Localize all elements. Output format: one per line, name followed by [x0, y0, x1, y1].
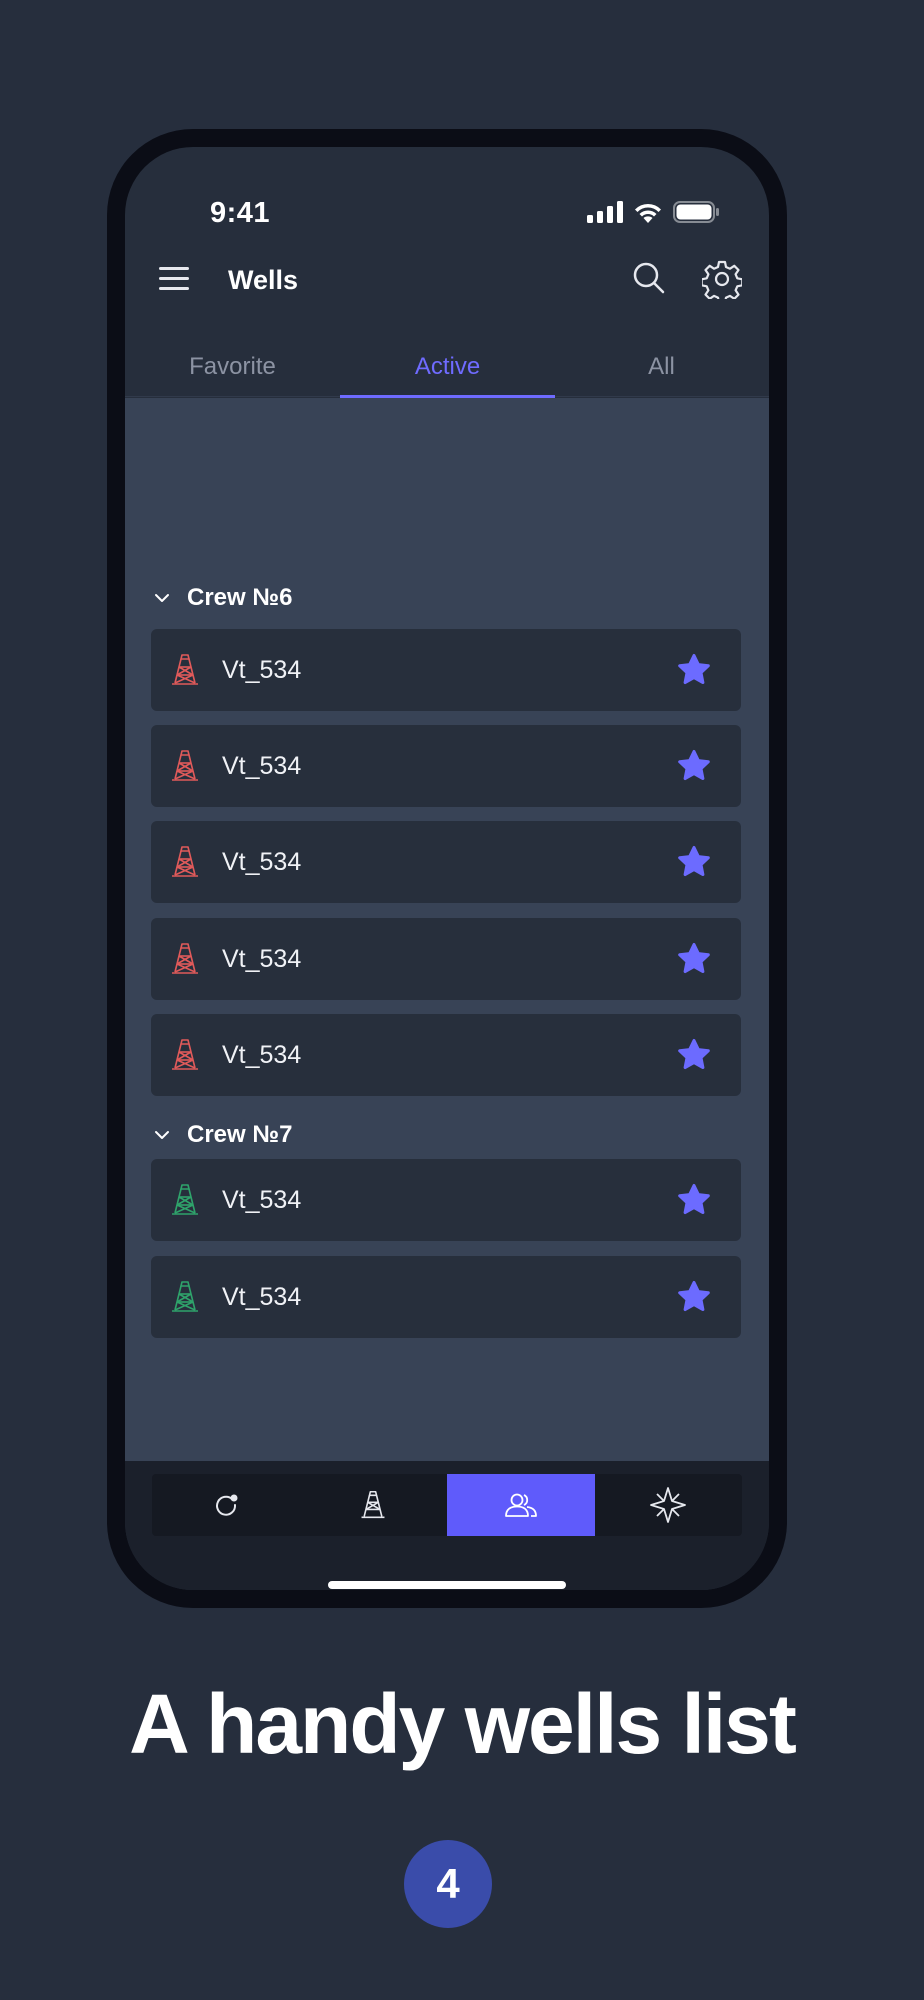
group-header-crew-6[interactable]: Crew №6: [153, 578, 292, 618]
status-time: 9:41: [210, 197, 271, 229]
star-icon[interactable]: [677, 653, 711, 687]
users-icon: [504, 1493, 537, 1517]
chevron-down-icon: [155, 594, 169, 602]
status-bar: 9:41: [125, 147, 769, 237]
group-title: Crew №7: [187, 1121, 293, 1148]
search-icon[interactable]: [632, 261, 666, 295]
refresh-icon: [215, 1494, 238, 1516]
oil-rig-icon: [172, 943, 198, 974]
nav-item-wells[interactable]: [300, 1474, 448, 1536]
oil-rig-icon: [172, 750, 198, 781]
well-name: Vt_534: [222, 655, 302, 684]
nav-item-map[interactable]: [595, 1474, 743, 1536]
wifi-icon: [635, 203, 661, 223]
well-name: Vt_534: [222, 1040, 302, 1069]
well-row[interactable]: Vt_534: [151, 1159, 741, 1241]
nav-item-crews[interactable]: [447, 1474, 595, 1536]
star-icon[interactable]: [677, 845, 711, 879]
app-header: Wells: [125, 237, 769, 337]
group-header-crew-7[interactable]: Crew №7: [153, 1115, 292, 1155]
well-row[interactable]: Vt_534: [151, 725, 741, 807]
tab-all[interactable]: All: [554, 337, 769, 397]
tab-active[interactable]: Active: [340, 337, 555, 398]
oil-rig-icon: [172, 846, 198, 877]
star-icon[interactable]: [677, 1038, 711, 1072]
well-row[interactable]: Vt_534: [151, 821, 741, 903]
well-name: Vt_534: [222, 1282, 302, 1311]
bottom-area: [125, 1461, 769, 1590]
well-name: Vt_534: [222, 944, 302, 973]
home-indicator: [328, 1581, 566, 1589]
app-screen: 9:41 Wells Favorite Active All Crew №6 V…: [125, 147, 769, 1590]
well-row[interactable]: Vt_534: [151, 918, 741, 1000]
menu-button[interactable]: [159, 267, 189, 291]
tab-bar: Favorite Active All: [125, 337, 769, 398]
page-number-badge: 4: [404, 1840, 492, 1928]
star-icon[interactable]: [677, 942, 711, 976]
well-row[interactable]: Vt_534: [151, 1256, 741, 1338]
star-icon[interactable]: [677, 1183, 711, 1217]
well-row[interactable]: Vt_534: [151, 1014, 741, 1096]
wells-list: Crew №6 Vt_534 Vt_534 Vt_534 Vt_534 Vt_5…: [125, 398, 769, 1461]
battery-icon: [673, 201, 719, 223]
gear-icon[interactable]: [702, 259, 742, 299]
star-icon[interactable]: [677, 1280, 711, 1314]
oil-rig-icon: [172, 1281, 198, 1312]
well-row[interactable]: Vt_534: [151, 629, 741, 711]
page-title: Wells: [228, 265, 299, 295]
tab-favorite[interactable]: Favorite: [125, 337, 340, 397]
well-name: Vt_534: [222, 1185, 302, 1214]
bottom-nav: [152, 1474, 742, 1536]
oil-rig-icon: [172, 654, 198, 685]
hamburger-icon: [159, 267, 189, 270]
compass-icon: [650, 1487, 687, 1523]
promo-caption: A handy wells list: [129, 1677, 797, 1771]
oil-rig-icon: [172, 1184, 198, 1215]
status-icons: [587, 201, 719, 223]
nav-item-activity[interactable]: [152, 1474, 300, 1536]
well-name: Vt_534: [222, 751, 302, 780]
oil-rig-icon: [361, 1490, 385, 1519]
well-name: Vt_534: [222, 847, 302, 876]
phone-frame: 9:41 Wells Favorite Active All Crew №6 V…: [107, 129, 787, 1608]
chevron-down-icon: [155, 1131, 169, 1139]
oil-rig-icon: [172, 1039, 198, 1070]
group-title: Crew №6: [187, 584, 293, 611]
signal-icon: [587, 201, 623, 223]
star-icon[interactable]: [677, 749, 711, 783]
